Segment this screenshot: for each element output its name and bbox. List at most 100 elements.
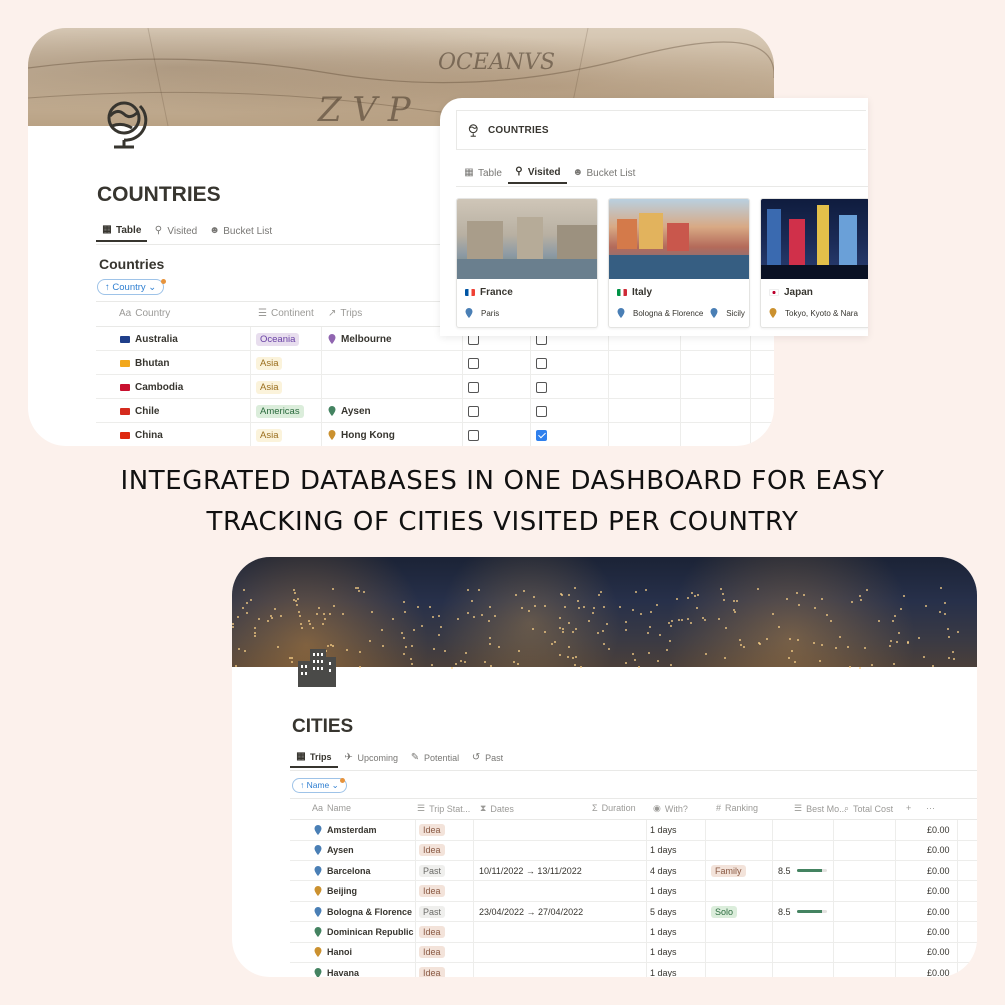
status-cell[interactable]: Past <box>419 861 446 881</box>
country-cell[interactable]: Bhutan <box>120 351 169 375</box>
continent-cell[interactable]: Asia <box>256 375 283 399</box>
status-tag: Past <box>419 905 446 918</box>
table-row[interactable]: Aysen Idea 1 days £0.00 <box>290 840 977 861</box>
status-cell[interactable]: Idea <box>419 922 445 942</box>
table-row[interactable]: Beijing Idea 1 days £0.00 <box>290 881 977 902</box>
globe-icon[interactable] <box>102 96 148 150</box>
with-cell[interactable]: Family <box>711 861 746 881</box>
country-cell[interactable]: China <box>120 423 163 446</box>
gallery-card-japan[interactable]: Japan Tokyo, Kyoto & Nara <box>760 198 868 328</box>
tab-trips[interactable]: ▦ Trips <box>290 748 338 768</box>
table-row[interactable]: Cambodia Asia <box>96 375 774 399</box>
column-header[interactable]: ⌕ Total Cost <box>844 803 893 814</box>
status-cell[interactable]: Idea <box>419 840 445 860</box>
ranking-cell[interactable]: 8.5 <box>778 902 827 922</box>
sort-name-pill[interactable]: ↑ Name ⌄ <box>292 778 347 793</box>
name-cell[interactable]: Beijing <box>314 881 357 901</box>
column-header-continent[interactable]: ☰ Continent <box>258 308 314 319</box>
table-row[interactable]: Bhutan Asia <box>96 351 774 375</box>
trips-cell[interactable]: Hong Kong <box>328 423 395 446</box>
more-options-button[interactable]: ··· <box>926 803 935 813</box>
bucket-list-checkbox[interactable] <box>536 429 547 441</box>
city-light-dot <box>558 626 561 629</box>
country-cell[interactable]: Australia <box>120 327 178 351</box>
name-cell[interactable]: Aysen <box>314 840 354 860</box>
tab-table[interactable]: ▦ Table <box>96 220 148 242</box>
status-cell[interactable]: Idea <box>419 881 445 901</box>
visited-checkbox[interactable] <box>468 357 479 369</box>
visited-checkbox-cell[interactable] <box>468 423 479 446</box>
bucket-list-checkbox[interactable] <box>536 381 547 393</box>
bucket-list-checkbox[interactable] <box>536 357 547 369</box>
tab-potential[interactable]: ✎ Potential <box>404 748 465 768</box>
name-cell[interactable]: Barcelona <box>314 861 371 881</box>
tab-table[interactable]: ▦ Table <box>458 162 508 184</box>
column-header[interactable]: ◉ With? <box>653 803 688 814</box>
bucket-checkbox-cell[interactable] <box>536 399 547 423</box>
table-row[interactable]: Barcelona Past 10/11/2022 → 13/11/2022 4… <box>290 860 977 882</box>
tab-upcoming[interactable]: ✈ Upcoming <box>338 748 405 768</box>
table-row[interactable]: Dominican Republic Idea 1 days £0.00 <box>290 922 977 943</box>
visited-checkbox-cell[interactable] <box>468 351 479 375</box>
tab-visited[interactable]: ⚲ Visited <box>147 220 203 242</box>
trip-link[interactable]: Hong Kong <box>341 430 395 441</box>
cell-divider <box>473 840 474 861</box>
tab-bucket-list[interactable]: ☻ Bucket List <box>567 162 642 184</box>
gallery-card-italy[interactable]: Italy Bologna & Florence Sicily <box>608 198 750 328</box>
add-column-button[interactable]: + <box>906 803 911 813</box>
table-row[interactable]: Havana Idea 1 days £0.00 <box>290 962 977 977</box>
name-cell[interactable]: Hanoi <box>314 942 352 962</box>
name-cell[interactable]: Bologna & Florence <box>314 902 412 922</box>
sort-country-pill[interactable]: ↑ Country ⌄ <box>97 279 165 295</box>
status-cell[interactable]: Past <box>419 902 446 922</box>
bucket-checkbox-cell[interactable] <box>536 423 547 446</box>
continent-cell[interactable]: Asia <box>256 351 283 375</box>
column-header[interactable]: Σ Duration <box>592 803 636 813</box>
continent-cell[interactable]: Oceania <box>256 327 300 351</box>
table-row[interactable]: Amsterdam Idea 1 days £0.00 <box>290 820 977 841</box>
buildings-icon[interactable] <box>296 647 338 687</box>
name-cell[interactable]: Amsterdam <box>314 820 377 840</box>
gallery-card-france[interactable]: France Paris <box>456 198 598 328</box>
continent-cell[interactable]: Americas <box>256 399 304 423</box>
column-header-country[interactable]: Aa Country <box>119 308 170 319</box>
status-cell[interactable]: Idea <box>419 963 445 977</box>
column-header[interactable]: ☰ Trip Stat... <box>417 803 470 814</box>
bucket-checkbox-cell[interactable] <box>536 351 547 375</box>
trip-link[interactable]: Melbourne <box>341 334 392 345</box>
visited-checkbox-cell[interactable] <box>468 375 479 399</box>
column-header[interactable]: # Ranking <box>716 803 758 813</box>
country-cell[interactable]: Cambodia <box>120 375 183 399</box>
column-header[interactable]: ⧗ Dates <box>480 803 514 814</box>
table-row[interactable]: Hanoi Idea 1 days £0.00 <box>290 942 977 963</box>
tab-bucket-list[interactable]: ☻ Bucket List <box>203 220 278 242</box>
country-cell[interactable]: Chile <box>120 399 159 423</box>
column-header[interactable]: ☰ Best Mo... <box>794 803 847 814</box>
column-header-trips[interactable]: ↗ Trips <box>328 308 362 319</box>
status-cell[interactable]: Idea <box>419 820 445 840</box>
visited-checkbox[interactable] <box>468 429 479 441</box>
table-row[interactable]: Chile Americas Aysen <box>96 399 774 423</box>
trips-cell[interactable]: Aysen <box>328 399 371 423</box>
name-cell[interactable]: Havana <box>314 963 359 977</box>
continent-cell[interactable]: Asia <box>256 423 283 446</box>
column-header[interactable]: Aa Name <box>312 803 351 813</box>
dates-cell[interactable]: 23/04/2022 → 27/04/2022 <box>479 902 583 922</box>
dates-cell[interactable]: 10/11/2022 → 13/11/2022 <box>479 861 582 881</box>
tab-visited[interactable]: ⚲ Visited <box>507 162 567 184</box>
trip-link[interactable]: Aysen <box>341 406 371 417</box>
with-cell[interactable]: Solo <box>711 902 738 922</box>
tab-past[interactable]: ↺ Past <box>465 748 509 768</box>
visited-checkbox-cell[interactable] <box>468 399 479 423</box>
trips-cell[interactable]: Melbourne <box>328 327 392 351</box>
name-cell[interactable]: Dominican Republic <box>314 922 414 942</box>
status-cell[interactable]: Idea <box>419 942 445 962</box>
table-row[interactable]: China Asia Hong Kong <box>96 423 774 446</box>
bucket-list-checkbox[interactable] <box>536 405 547 417</box>
bucket-checkbox-cell[interactable] <box>536 375 547 399</box>
table-row[interactable]: Bologna & Florence Past 23/04/2022 → 27/… <box>290 901 977 923</box>
city-light-dot <box>634 591 637 594</box>
visited-checkbox[interactable] <box>468 381 479 393</box>
ranking-cell[interactable]: 8.5 <box>778 861 827 881</box>
visited-checkbox[interactable] <box>468 405 479 417</box>
